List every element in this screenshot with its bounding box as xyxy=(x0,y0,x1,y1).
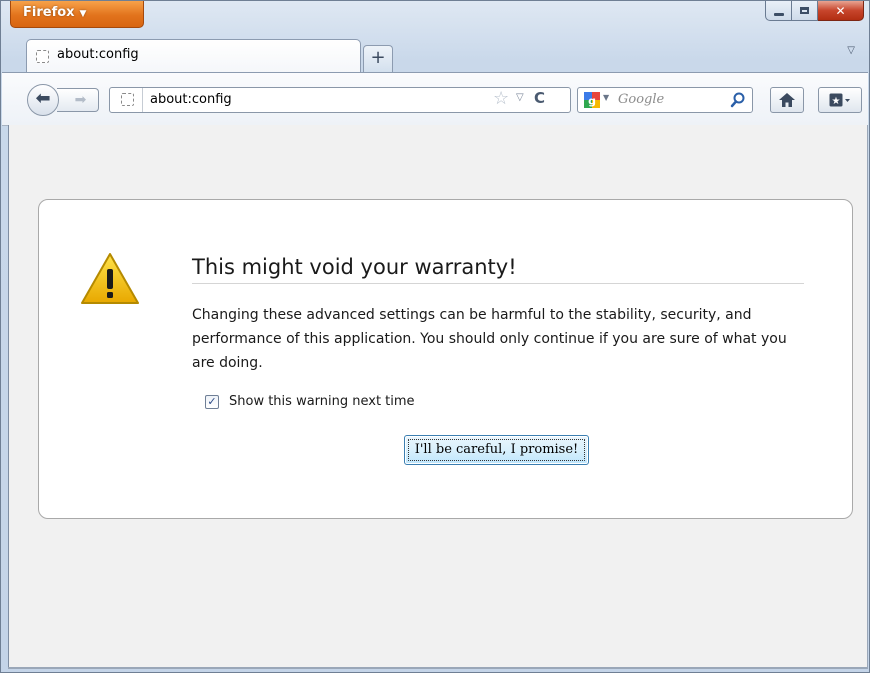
close-button[interactable]: ✕ xyxy=(818,1,864,21)
promise-button[interactable]: I'll be careful, I promise! xyxy=(404,435,589,465)
plus-icon: + xyxy=(370,47,386,68)
url-text[interactable]: about:config xyxy=(150,92,232,107)
maximize-button[interactable] xyxy=(792,1,818,21)
chevron-down-icon: ▼ xyxy=(603,93,610,102)
new-tab-button[interactable]: + xyxy=(363,45,393,72)
firefox-menu-button[interactable]: Firefox ▼ xyxy=(10,1,144,28)
checkmark-icon: ✓ xyxy=(207,395,217,408)
window-controls: ✕ xyxy=(765,1,864,23)
history-dropmarker-icon[interactable]: ▽ xyxy=(516,92,524,103)
warning-icon xyxy=(81,253,139,304)
search-bar[interactable]: g ▼ Google xyxy=(577,87,753,113)
chevron-down-icon: ▼ xyxy=(79,9,87,19)
back-icon: ⬅ xyxy=(35,88,51,109)
svg-text:★: ★ xyxy=(832,96,841,107)
url-bar[interactable]: about:config ☆ ▽ C xyxy=(109,87,571,113)
home-button[interactable] xyxy=(770,87,804,113)
maximize-icon xyxy=(800,7,809,14)
forward-icon: ➡ xyxy=(74,92,87,108)
back-button[interactable]: ⬅ xyxy=(27,84,59,116)
chevron-down-icon: ▽ xyxy=(847,45,855,56)
bookmarks-icon: ★ xyxy=(829,93,850,107)
firefox-menu-label: Firefox xyxy=(23,5,75,20)
page-identity-icon xyxy=(121,93,134,106)
google-icon[interactable]: g xyxy=(584,92,600,108)
svg-text:g: g xyxy=(588,95,596,108)
tab-title: about:config xyxy=(57,47,139,62)
search-icon[interactable] xyxy=(730,91,746,109)
close-icon: ✕ xyxy=(835,3,846,18)
identity-divider xyxy=(142,88,143,112)
reload-icon[interactable]: C xyxy=(534,89,545,107)
star-icon[interactable]: ☆ xyxy=(493,88,509,109)
tab-about-config[interactable]: about:config xyxy=(26,39,361,72)
minimize-button[interactable] xyxy=(765,1,792,21)
minimize-icon xyxy=(773,13,784,16)
focus-ring xyxy=(408,439,585,461)
show-warning-checkbox[interactable]: ✓ xyxy=(205,395,219,409)
show-warning-label[interactable]: Show this warning next time xyxy=(229,394,415,409)
forward-button[interactable]: ➡ xyxy=(57,88,99,112)
home-icon xyxy=(779,93,795,107)
browser-window: Firefox ▼ ✕ about:config + ▽ ➡ ⬅ about:co… xyxy=(0,0,870,673)
page-icon xyxy=(36,50,49,63)
search-placeholder[interactable]: Google xyxy=(618,92,664,107)
bookmarks-button[interactable]: ★ xyxy=(818,87,862,113)
window-bottom-edge xyxy=(8,667,868,669)
tab-list-button[interactable]: ▽ xyxy=(847,45,855,56)
warning-message: Changing these advanced settings can be … xyxy=(192,307,787,371)
warning-title: This might void your warranty! xyxy=(192,255,804,284)
